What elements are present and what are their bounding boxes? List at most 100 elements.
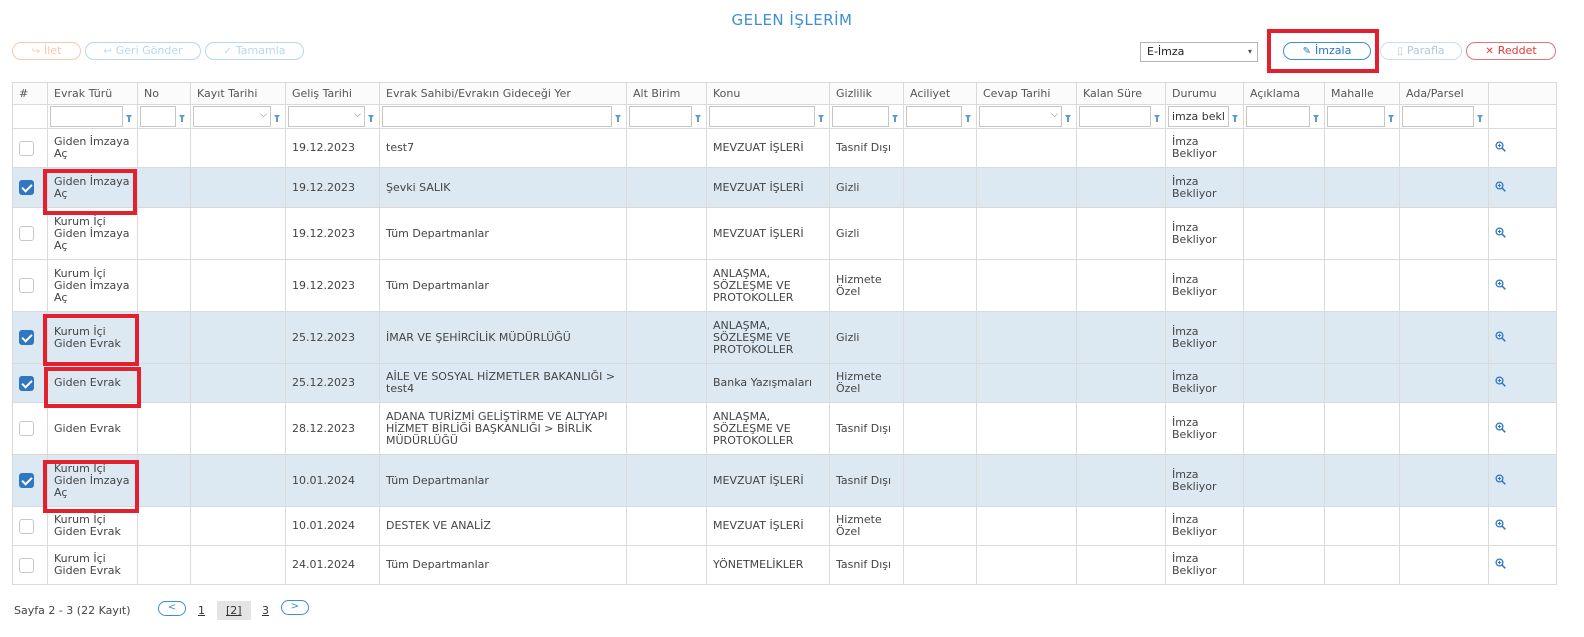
tamamla-button[interactable]: ✓ Tamamla: [205, 42, 304, 60]
page-link-3[interactable]: 3: [262, 604, 269, 617]
col-header-evrak-sahibi[interactable]: Evrak Sahibi/Evrakın Gideceği Yer: [379, 82, 627, 105]
col-header-index: #: [12, 82, 48, 105]
zoom-in-icon[interactable]: [1495, 226, 1506, 241]
imzala-button[interactable]: ✎ İmzala: [1283, 42, 1371, 60]
zoom-in-icon[interactable]: [1495, 519, 1506, 533]
filter-icon[interactable]: [274, 114, 280, 122]
zoom-in-icon[interactable]: [1495, 330, 1506, 345]
row-checkbox[interactable]: [19, 226, 34, 241]
filter-cell: [1399, 104, 1489, 129]
reddet-button[interactable]: ✕ Reddet: [1466, 42, 1556, 60]
filter-gizlilik-input[interactable]: [832, 106, 889, 127]
table-row[interactable]: Kurum İçi Giden Evrak 25.12.2023 İMAR VE Ş…: [12, 311, 1557, 364]
table-row[interactable]: Kurum İçi Giden İmzaya Aç 19.12.2023 Tüm D…: [12, 207, 1557, 260]
page-link-1[interactable]: 1: [198, 604, 205, 617]
page-link-current[interactable]: [2]: [226, 604, 242, 617]
zoom-in-icon[interactable]: [1495, 376, 1506, 390]
filter-icon[interactable]: [695, 114, 701, 122]
filter-icon[interactable]: [818, 114, 824, 122]
row-checkbox[interactable]: [19, 557, 34, 573]
filter-no-input[interactable]: [140, 106, 176, 127]
col-header-gelis-tarihi[interactable]: Geliş Tarihi: [285, 82, 380, 105]
col-header-gizlilik[interactable]: Gizlilik: [829, 82, 904, 105]
col-header-evrak-turu[interactable]: Evrak Türü: [47, 82, 138, 105]
filter-ada-parsel-input[interactable]: [1402, 106, 1474, 127]
table-row[interactable]: Giden İmzaya Aç 19.12.2023 test7 MEVZUAT İŞ…: [12, 128, 1557, 168]
cell-evrak-turu: Kurum İçi Giden Evrak: [47, 545, 138, 585]
cell-kayit-tarihi: [190, 363, 286, 403]
cell-actions: [1488, 506, 1557, 546]
filter-mahalle-input[interactable]: [1327, 106, 1385, 127]
row-checkbox[interactable]: [19, 180, 34, 195]
table-row[interactable]: Giden Evrak 28.12.2023 ADANA TURİZMİ GELİŞ…: [12, 402, 1557, 455]
col-header-kalan-sure[interactable]: Kalan Süre: [1076, 82, 1166, 105]
table-row[interactable]: Kurum İçi Giden İmzaya Aç 10.01.2024 Tüm D…: [12, 454, 1557, 507]
filter-icon[interactable]: [1065, 114, 1071, 122]
row-checkbox[interactable]: [19, 473, 34, 488]
filter-gelis-tarihi-select[interactable]: ⌵: [288, 106, 365, 127]
cell-evrak-sahibi: test7: [379, 128, 627, 168]
row-checkbox[interactable]: [19, 140, 34, 156]
filter-konu-input[interactable]: [709, 106, 815, 127]
cell-aciklama: [1243, 259, 1325, 312]
col-header-durumu[interactable]: Durumu: [1165, 82, 1244, 105]
col-header-mahalle[interactable]: Mahalle: [1324, 82, 1400, 105]
zoom-in-icon[interactable]: [1495, 278, 1506, 293]
filter-evrak-turu-input[interactable]: [50, 106, 123, 127]
parafla-button[interactable]: ▯ Parafla: [1380, 42, 1462, 60]
filter-icon[interactable]: [1154, 114, 1160, 122]
filter-icon[interactable]: [1232, 114, 1238, 122]
next-page-button[interactable]: >: [281, 600, 309, 615]
filter-icon[interactable]: [126, 114, 132, 122]
filter-kalan-sure-input[interactable]: [1079, 106, 1151, 127]
col-header-aciklama[interactable]: Açıklama: [1243, 82, 1325, 105]
col-header-aciliyet[interactable]: Aciliyet: [903, 82, 977, 105]
filter-durumu-input[interactable]: imza bekl: [1168, 106, 1229, 127]
ilet-button[interactable]: ↪ İlet: [12, 42, 81, 60]
row-checkbox[interactable]: [19, 330, 34, 345]
filter-aciklama-input[interactable]: [1246, 106, 1310, 127]
cell-alt-birim: [626, 167, 707, 208]
table-row[interactable]: Giden İmzaya Aç 19.12.2023 Şevki SALIK MEVZ…: [12, 167, 1557, 208]
table-row[interactable]: Giden Evrak 25.12.2023 AİLE VE SOSYAL HİZM…: [12, 363, 1557, 403]
col-header-alt-birim[interactable]: Alt Birim: [626, 82, 707, 105]
filter-icon[interactable]: [965, 114, 971, 122]
filter-alt-birim-input[interactable]: [629, 106, 692, 127]
col-header-konu[interactable]: Konu: [706, 82, 830, 105]
filter-kayit-tarihi-select[interactable]: ⌵: [193, 106, 271, 127]
zoom-in-icon[interactable]: [1495, 558, 1506, 572]
col-header-no[interactable]: No: [137, 82, 191, 105]
col-header-cevap-tarihi[interactable]: Cevap Tarihi: [976, 82, 1077, 105]
geri-gonder-button[interactable]: ↩ Geri Gönder: [85, 42, 201, 60]
table-row[interactable]: Kurum İçi Giden Evrak 24.01.2024 Tüm Depar…: [12, 545, 1557, 585]
zoom-in-icon[interactable]: [1495, 141, 1506, 155]
cell-actions: [1488, 545, 1557, 585]
col-header-ada-parsel[interactable]: Ada/Parsel: [1399, 82, 1489, 105]
row-checkbox[interactable]: [19, 278, 34, 293]
filter-icon[interactable]: [1477, 114, 1483, 122]
filter-evrak-sahibi-input[interactable]: [382, 106, 612, 127]
cell-evrak-sahibi: İMAR VE ŞEHİRCİLİK MÜDÜRLÜĞÜ: [379, 311, 627, 364]
zoom-in-icon[interactable]: [1495, 473, 1506, 488]
filter-icon[interactable]: [179, 114, 185, 122]
filter-aciliyet-input[interactable]: [906, 106, 962, 127]
cell-gelis-tarihi: 19.12.2023: [285, 259, 380, 312]
page-title: GELEN İŞLERİM: [731, 11, 853, 29]
filter-cevap-tarihi-select[interactable]: ⌵: [979, 106, 1062, 127]
col-header-kayit-tarihi[interactable]: Kayıt Tarihi: [190, 82, 286, 105]
zoom-in-icon[interactable]: [1495, 421, 1506, 436]
row-checkbox[interactable]: [19, 518, 34, 534]
row-checkbox[interactable]: [19, 375, 34, 391]
table-row[interactable]: Kurum İçi Giden Evrak 10.01.2024 DESTEK VE…: [12, 506, 1557, 546]
filter-icon[interactable]: [368, 114, 374, 122]
filter-icon[interactable]: [1313, 114, 1319, 122]
filter-icon[interactable]: [892, 114, 898, 122]
imza-type-select[interactable]: E-İmza ▾: [1140, 42, 1258, 62]
filter-icon[interactable]: [1388, 114, 1394, 122]
filter-icon[interactable]: [615, 114, 621, 122]
zoom-in-icon[interactable]: [1495, 180, 1506, 195]
prev-page-button[interactable]: <: [158, 601, 186, 616]
table-row[interactable]: Kurum İçi Giden İmzaya Aç 19.12.2023 Tüm D…: [12, 259, 1557, 312]
cell-cevap-tarihi: [976, 259, 1077, 312]
row-checkbox[interactable]: [19, 421, 34, 436]
